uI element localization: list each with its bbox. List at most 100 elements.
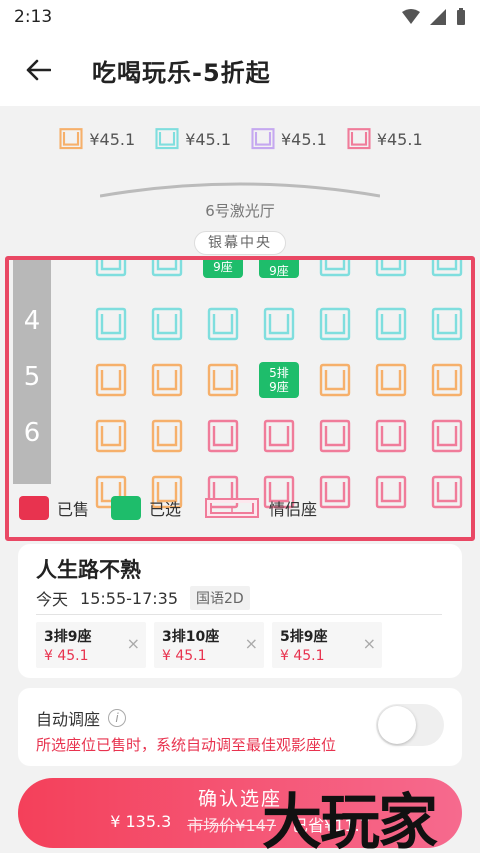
legend-price: ¥45.1 (185, 129, 231, 149)
seat[interactable] (371, 256, 411, 278)
screen-center-label: 银幕中央 (194, 231, 286, 255)
show-date: 今天 (36, 590, 69, 609)
seat[interactable] (427, 362, 467, 398)
seat[interactable] (371, 474, 411, 510)
format-badge: 国语2D (190, 586, 250, 610)
movie-title: 人生路不熟 (36, 558, 141, 582)
back-button[interactable] (18, 50, 58, 90)
auto-adjust-description: 所选座位已售时，系统自动调至最佳观影座位 (36, 736, 337, 754)
battery-icon (457, 8, 465, 25)
showtime: 今天 15:55-17:35 国语2D (36, 586, 250, 610)
remove-ticket-icon[interactable]: × (245, 634, 258, 653)
auto-adjust-toggle[interactable] (376, 704, 444, 746)
legend-price: ¥45.1 (281, 129, 327, 149)
top-bar: 吃喝玩乐-5折起 (0, 34, 480, 106)
selected-seat[interactable]: 5排 9座 (259, 362, 299, 398)
auto-adjust-label: 自动调座 (36, 710, 101, 729)
seat[interactable] (371, 418, 411, 454)
screen-arc (100, 182, 380, 198)
seat[interactable] (259, 306, 299, 342)
seat[interactable] (315, 256, 355, 278)
ticket-chip[interactable]: 3排10座 ¥ 45.1 × (154, 622, 264, 668)
legend-item: ¥45.1 (153, 126, 231, 152)
seat[interactable] (427, 474, 467, 510)
price-legend: ¥45.1 ¥45.1 ¥45.1 ¥45.1 (0, 126, 480, 152)
total-price: ¥ 135.3 (110, 812, 172, 831)
selected-seat[interactable]: 10 9座 (203, 260, 243, 278)
status-bar: 2:13 (0, 0, 480, 34)
seat[interactable] (147, 362, 187, 398)
seat[interactable] (203, 306, 243, 342)
legend-price: ¥45.1 (89, 129, 136, 149)
seat-map[interactable]: 4 5 6 10 9座 9座 5排 9座 已售 已选 情侣座 (5, 256, 475, 541)
ticket-chip[interactable]: 5排9座 ¥ 45.1 × (272, 622, 382, 668)
ticket-price: ¥ 45.1 (44, 648, 89, 664)
seat[interactable] (91, 256, 131, 278)
seat-label: 9座 (269, 380, 289, 394)
seat[interactable] (315, 306, 355, 342)
seat[interactable] (315, 362, 355, 398)
legend-item: ¥45.1 (249, 126, 327, 152)
seat-icon (251, 128, 275, 150)
ticket-seat: 5排9座 (280, 629, 328, 645)
seat[interactable] (203, 362, 243, 398)
auto-adjust-label-row: 自动调座 i (36, 706, 127, 730)
arrow-left-icon (26, 59, 51, 81)
seat-icon (155, 128, 179, 150)
seat[interactable] (371, 362, 411, 398)
sold-seat-icon (19, 496, 49, 520)
seat[interactable] (147, 306, 187, 342)
seat[interactable] (371, 306, 411, 342)
seat[interactable] (147, 256, 187, 278)
seat-label: 9座 (269, 264, 289, 278)
row-indicator: 4 5 6 (13, 260, 51, 484)
selected-seat-icon (111, 496, 142, 520)
seat[interactable] (203, 418, 243, 454)
ticket-price: ¥ 45.1 (280, 648, 325, 664)
seat[interactable] (315, 474, 355, 510)
sold-label: 已售 (57, 500, 90, 519)
seat[interactable] (91, 362, 131, 398)
seat-label: 5排 (269, 366, 289, 380)
seat[interactable] (427, 418, 467, 454)
seat[interactable] (91, 418, 131, 454)
legend-item: ¥45.1 (345, 126, 423, 152)
legend-item: ¥45.1 (57, 126, 135, 152)
row-number: 5 (23, 362, 41, 392)
signal-icon (430, 9, 446, 25)
auto-adjust-card: 自动调座 i 所选座位已售时，系统自动调至最佳观影座位 (18, 688, 462, 766)
seat-icon (347, 128, 371, 150)
row-number: 4 (23, 306, 41, 336)
divider (36, 614, 442, 615)
remove-ticket-icon[interactable]: × (127, 634, 140, 653)
wifi-icon (402, 9, 420, 24)
hall-name: 6号激光厅 (205, 202, 275, 220)
seat-icon (59, 128, 83, 150)
ticket-chip[interactable]: 3排9座 ¥ 45.1 × (36, 622, 146, 668)
row-number: 6 (23, 418, 41, 448)
order-card: 人生路不熟 今天 15:55-17:35 国语2D 3排9座 ¥ 45.1 × … (18, 544, 462, 678)
selected-seat[interactable]: 9座 (259, 260, 299, 278)
ticket-seat: 3排9座 (44, 629, 92, 645)
seat-key: 已售 已选 情侣座 (19, 496, 317, 520)
seat[interactable] (427, 306, 467, 342)
selected-label: 已选 (149, 500, 182, 519)
couple-label: 情侣座 (269, 500, 318, 519)
legend-price: ¥45.1 (376, 129, 423, 149)
info-icon[interactable]: i (108, 709, 127, 727)
ticket-list: 3排9座 ¥ 45.1 × 3排10座 ¥ 45.1 × 5排9座 ¥ 45.1… (36, 622, 382, 668)
seat[interactable] (91, 306, 131, 342)
ticket-seat: 3排10座 (162, 629, 220, 645)
page-title: 吃喝玩乐-5折起 (92, 58, 271, 87)
remove-ticket-icon[interactable]: × (363, 634, 376, 653)
show-time: 15:55-17:35 (80, 588, 179, 608)
ticket-price: ¥ 45.1 (162, 648, 207, 664)
toggle-knob (378, 706, 416, 744)
seat[interactable] (315, 418, 355, 454)
seat-label: 9座 (213, 260, 233, 274)
clock: 2:13 (14, 7, 53, 27)
seat[interactable] (259, 418, 299, 454)
seat[interactable] (147, 418, 187, 454)
seat[interactable] (427, 256, 467, 278)
watermark: 大玩家 (262, 788, 438, 853)
